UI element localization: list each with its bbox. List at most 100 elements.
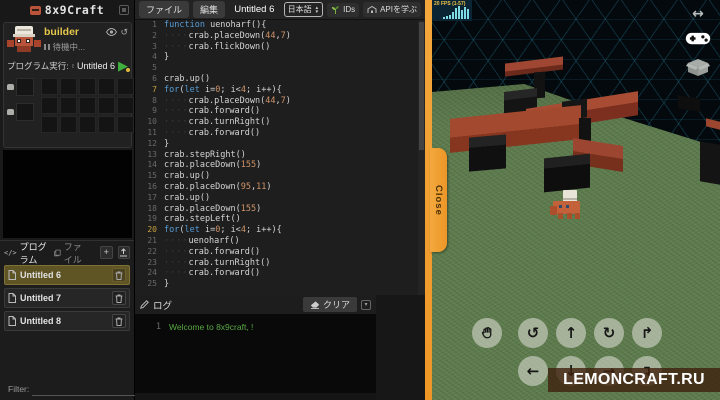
code-line: 8 ····crab.placeDown(44,7) [152,95,291,106]
inventory-slot[interactable] [98,116,115,133]
trash-icon [115,317,123,326]
language-select[interactable]: 日本語 ▲ ▼ [283,2,324,17]
chevron-updown-icon: ▲ ▼ [314,4,320,14]
collapse-log-icon[interactable]: ▾ [361,299,371,310]
filter-input[interactable] [32,382,148,396]
movement-controls-top: ↺ ↑ ↻ ↱ [472,318,662,348]
app-logo: 8x9Craft [44,3,105,17]
program-list-item[interactable]: Untitled 8 [4,311,130,331]
tab-files[interactable]: ファイル [54,240,90,266]
delete-program-button[interactable] [112,268,126,282]
log-side-filler [376,295,425,400]
program-list-item[interactable]: Untitled 7 [4,288,130,308]
inventory-slot[interactable] [16,103,34,121]
inventory-slot[interactable] [41,78,58,95]
file-menu-button[interactable]: ファイル [139,1,190,18]
run-program-button[interactable]: ▶ [118,59,130,72]
code-line: 7 for(let i=0; i<4; i++){ [152,84,282,95]
learn-api-button[interactable]: APIを学ぶ [363,2,421,17]
edit-menu-button[interactable]: 編集 [193,1,226,18]
close-panel-tab[interactable]: Close [430,148,447,252]
fps-widget: 20 FPS (1-57) [432,0,472,21]
fps-histogram [443,6,469,19]
collapse-sidebar-icon[interactable] [119,5,129,15]
log-title: ログ [153,300,173,312]
game-scene[interactable]: 20 FPS (1-57) ↔ ↺↑↻↱ ←↓→↴ LEMONCRAFT.RU [432,0,720,400]
eraser-icon [310,300,320,309]
inventory-slot[interactable] [60,116,77,133]
inventory-slot[interactable] [117,78,134,95]
rotate-right-icon: ↻ [602,323,616,342]
document-icon [8,316,16,326]
refresh-icon[interactable]: ↺ [120,27,128,37]
code-line: 24 ····crab.forward() [147,268,261,279]
log-entries: 1 Welcome to 8x9craft, ! [135,314,376,393]
inventory-slot[interactable] [117,97,134,114]
inventory-slot[interactable] [60,97,77,114]
inventory-slot[interactable] [98,97,115,114]
copy-icon [54,249,61,256]
gamepad-icon[interactable] [685,30,711,47]
program-name: Untitled 7 [20,293,62,303]
code-line: 6 crab.up() [152,73,211,84]
inventory-slot[interactable] [117,116,134,133]
move-forward-icon: ↑ [564,323,578,342]
avatar [7,26,41,54]
step-up-button[interactable]: ↱ [632,318,662,348]
move-forward-button[interactable]: ↑ [556,318,586,348]
program-name: Untitled 8 [20,316,62,326]
move-left-button[interactable]: ← [518,356,548,386]
item-icon [7,84,14,90]
eye-icon[interactable] [106,28,118,36]
fps-bar [449,15,451,19]
close-label: Close [433,184,444,216]
inventory-slot[interactable] [60,78,77,95]
box-icon[interactable] [686,57,710,77]
inventory-slot[interactable] [79,116,96,133]
upload-icon [120,248,128,257]
add-program-button[interactable]: + [100,246,113,259]
tab-programs[interactable]: </> プログラム [4,240,49,266]
fps-bar [461,10,463,19]
code-line: 5 [152,63,157,73]
code-line: 23 ····crab.turnRight() [147,257,271,268]
gear-icon [126,68,130,72]
resize-horizontal-icon[interactable]: ↔ [692,7,704,21]
code-line: 17 crab.up() [147,192,211,203]
game-viewport[interactable]: 20 FPS (1-57) ↔ ↺↑↻↱ ←↓→↴ LEMONCRAFT.RU … [425,0,720,400]
editor-scrollbar[interactable] [418,20,425,295]
delete-program-button[interactable] [112,291,126,305]
inventory-slot[interactable] [79,78,96,95]
program-list-item[interactable]: Untitled 6 [4,265,130,285]
code-editor[interactable]: 1 function uenoharf(){2 ····crab.placeDown… [135,20,425,295]
upload-button[interactable] [117,246,130,259]
ids-button[interactable]: IDs [327,2,360,17]
grab-hand-button[interactable] [472,318,502,348]
code-line: 13 crab.stepRight() [147,149,246,160]
fps-bar [467,9,469,19]
watermark-bar: LEMONCRAFT.RU [548,368,720,392]
rotate-left-button[interactable]: ↺ [518,318,548,348]
run-label: プログラム実行: [7,60,69,71]
clear-log-button[interactable]: クリア [302,297,357,312]
rotate-right-button[interactable]: ↻ [594,318,624,348]
watermark-text: LEMONCRAFT.RU [563,371,705,388]
scrollbar-thumb[interactable] [419,22,424,150]
inventory-slot[interactable] [41,116,58,133]
inventory-slot[interactable] [16,78,34,96]
code-line: 2 ····crab.placeDown(44,7) [152,30,291,41]
character-status: 待機中... [52,42,86,52]
delete-program-button[interactable] [112,314,126,328]
fps-bar [464,7,466,19]
inventory [7,78,134,133]
inventory-slot[interactable] [41,97,58,114]
pause-icon [44,44,50,50]
inventory-slot[interactable] [98,78,115,95]
program-name: Untitled 6 [20,270,62,280]
code-line: 21 ····uenoharf() [147,235,240,246]
inventory-slot[interactable] [79,97,96,114]
code-line: 12} [147,138,170,149]
fps-bar [443,17,445,19]
code-line: 3 ····crab.flickDown() [152,41,271,52]
document-icon [8,270,16,280]
